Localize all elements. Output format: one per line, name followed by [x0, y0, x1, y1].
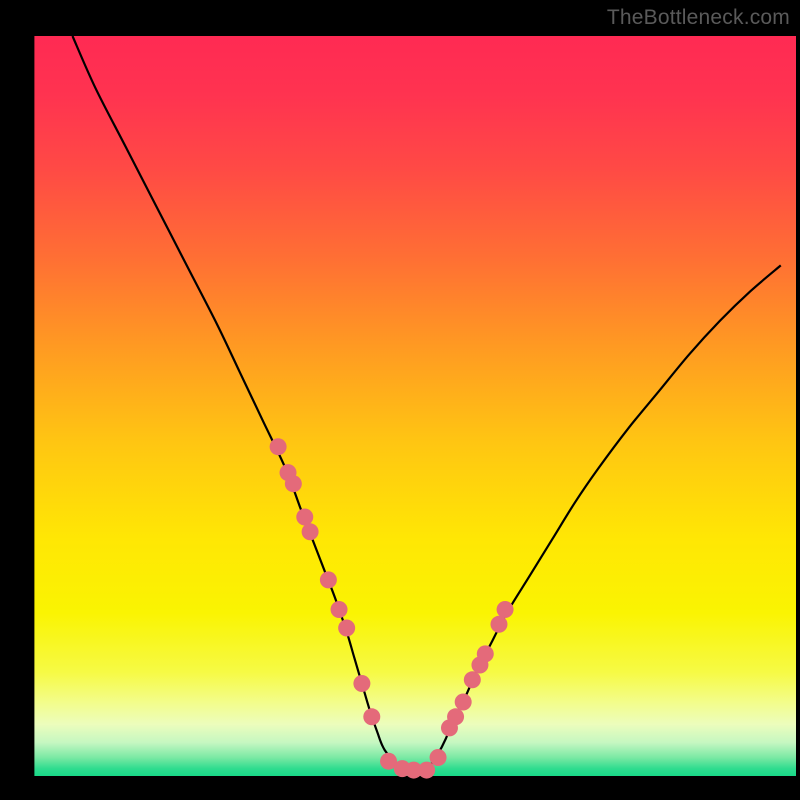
curve-marker [497, 601, 514, 618]
curve-marker [331, 601, 348, 618]
curve-marker [430, 749, 447, 766]
curve-marker [270, 438, 287, 455]
curve-marker [285, 475, 302, 492]
curve-marker [490, 616, 507, 633]
watermark-text: TheBottleneck.com [607, 6, 790, 30]
curve-marker [447, 708, 464, 725]
curve-marker [296, 509, 313, 526]
curve-marker [302, 523, 319, 540]
curve-marker [363, 708, 380, 725]
curve-marker [477, 645, 494, 662]
curve-marker [320, 571, 337, 588]
chart-stage: TheBottleneck.com [0, 0, 800, 800]
curve-marker [455, 694, 472, 711]
curve-marker [338, 620, 355, 637]
curve-marker [353, 675, 370, 692]
plot-background [34, 36, 796, 776]
bottleneck-chart [0, 0, 800, 800]
curve-marker [418, 762, 435, 779]
curve-marker [464, 671, 481, 688]
